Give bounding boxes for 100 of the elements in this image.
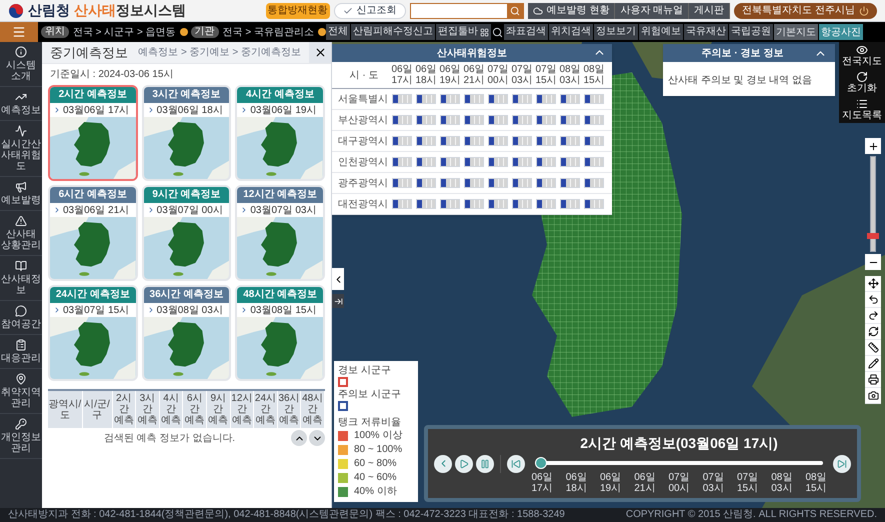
card-header: 4시간 예측정보 [237,87,323,103]
region-name: 서울특별시 [338,92,389,106]
card-time: 03월07일 15시 [63,304,130,318]
chart-icon [15,91,27,103]
pause-button[interactable] [476,454,494,472]
tick-label: 06일 21시 [634,472,656,494]
forecast-card[interactable]: 48시간 예측정보 03월08일 15시 [235,285,325,381]
card-time: 03월08일 15시 [250,304,316,318]
menu-button[interactable] [0,22,38,42]
legend-label: 경보 시군구 [338,365,392,376]
collapse-panel-button[interactable] [332,268,344,290]
chat-icon [15,305,27,317]
map-view-button[interactable]: 지도목록 [839,96,885,123]
basemap-tab[interactable]: 기본지도 [774,24,818,40]
toolbar-button[interactable]: 국립공원 [729,24,773,40]
card-header: 9시간 예측정보 [144,187,230,203]
forecast-card[interactable]: 12시간 예측정보 03월07일 03시 [235,185,325,281]
dropdown-icon[interactable] [318,28,326,36]
chevron-icon [53,206,61,214]
check-icon [342,6,353,16]
forecast-card[interactable]: 2시간 예측정보 03월06일 17시 [48,85,138,181]
user-button[interactable]: 전북특별자치도 전주시님 [734,2,877,18]
region-name: 인천광역시 [338,156,389,170]
plus-icon [868,140,878,152]
legend-label: 40% 이하 [354,486,397,498]
book-icon [15,260,27,272]
menu-icon [12,25,26,39]
header-link[interactable]: 게시판 [689,2,730,18]
slider-thumb[interactable] [535,457,547,469]
header-link[interactable]: 예보발령 현황 [528,2,616,18]
legend-label: 60 ~ 80% [354,458,397,470]
footer-contact: 산사태방지과 전화 : 042-481-1844(정책관련문의), 042-481-8848(시스템관련문의) 팩스 : 042-472-3223 대표전화 : 1588-3249 [8,509,565,521]
last-button[interactable] [833,454,851,472]
region-name: 대전광역시 [338,198,389,212]
map-tool-button[interactable] [865,324,881,340]
pause-icon [480,458,490,468]
map-tool-button[interactable] [865,276,881,292]
toolbar-button[interactable]: 산림피해수정신고 [351,24,435,40]
warning-icon [15,215,27,227]
toolbar-button[interactable]: 국유재산 [684,24,728,40]
legend-label: 80 ~ 100% [354,444,402,456]
pin-icon [15,373,27,385]
scroll-down-button[interactable] [309,430,325,446]
close-button[interactable] [309,42,331,63]
player-title: 2시간 예측정보(03월06일 17시) [579,434,779,453]
status-button[interactable]: 통합방재현황 [266,2,330,18]
card-time: 03월07일 00시 [156,204,223,218]
report-toggle[interactable]: 신고조회 [334,2,406,18]
expand-panel-button[interactable] [332,294,344,308]
map-tool-button[interactable] [865,340,881,356]
header-link[interactable]: 사용자 매뉴얼 [615,2,690,18]
legend-title: 탱크 저류비율 [338,417,402,428]
column-header: 9시간 예측 [206,390,230,428]
forecast-card[interactable]: 6시간 예측정보 03월06일 21시 [48,185,138,281]
play-button[interactable] [455,454,473,472]
edit-toolbar-toggle[interactable]: 편집툴바 [436,24,491,40]
region-name: 대구광역시 [338,134,389,148]
search-icon[interactable] [492,26,503,38]
site-title: 산사태정보시스템 [74,1,186,20]
basemap-tab[interactable]: 항공사진 [819,24,863,40]
emblem-icon [8,2,24,18]
forecast-card[interactable]: 9시간 예측정보 03월07일 00시 [142,185,232,281]
card-time: 03월07일 03시 [250,204,316,218]
dropdown-icon[interactable] [180,28,188,36]
forecast-card[interactable]: 4시간 예측정보 03월06일 19시 [235,85,325,181]
zoom-in-button[interactable] [865,138,881,154]
card-header: 48시간 예측정보 [237,287,323,303]
close-icon [314,46,326,59]
toolbar-button[interactable]: 위치검색 [549,24,593,40]
forecast-card[interactable]: 24시간 예측정보 03월07일 15시 [48,285,138,381]
zoom-slider[interactable] [867,156,879,252]
card-time: 03월08일 03시 [156,304,223,318]
card-header: 36시간 예측정보 [144,287,230,303]
toolbar-button[interactable]: 전체 [326,24,350,40]
card-header: 3시간 예측정보 [144,87,230,103]
forecast-card[interactable]: 36시간 예측정보 03월08일 03시 [142,285,232,381]
first-button[interactable] [507,454,525,472]
map-view-button[interactable]: 전국지도 [839,42,885,69]
card-header: 6시간 예측정보 [50,187,136,203]
toolbar-button[interactable]: 정보보기 [594,24,638,40]
card-time: 03월06일 18시 [156,104,223,118]
map-tool-button[interactable] [865,356,881,372]
toolbar-button[interactable]: 위험예보 [639,24,683,40]
popup-title: 산사태위험정보 [437,46,507,60]
panel-title: 중기예측정보 [49,44,129,62]
map-view-button[interactable]: 초기화 [839,69,885,96]
toolbar-button[interactable]: 좌표검색 [504,24,548,40]
card-time: 03월06일 19시 [250,104,316,118]
previous-button[interactable] [434,454,452,472]
search-field[interactable] [410,2,524,18]
map-tool-button[interactable] [865,372,881,388]
org-name: 산림청 [28,1,70,20]
filter-tag: 위치 [40,26,69,38]
scroll-up-button[interactable] [291,430,307,446]
warning-message: 산사태 주의보 및 경보 내역 없음 [668,75,812,86]
column-header: 시 · 도 [348,70,380,80]
forecast-card[interactable]: 3시간 예측정보 03월06일 18시 [142,85,232,181]
time-slider[interactable] [535,457,823,469]
reset-icon [856,71,868,83]
zoom-out-button[interactable] [865,254,881,270]
